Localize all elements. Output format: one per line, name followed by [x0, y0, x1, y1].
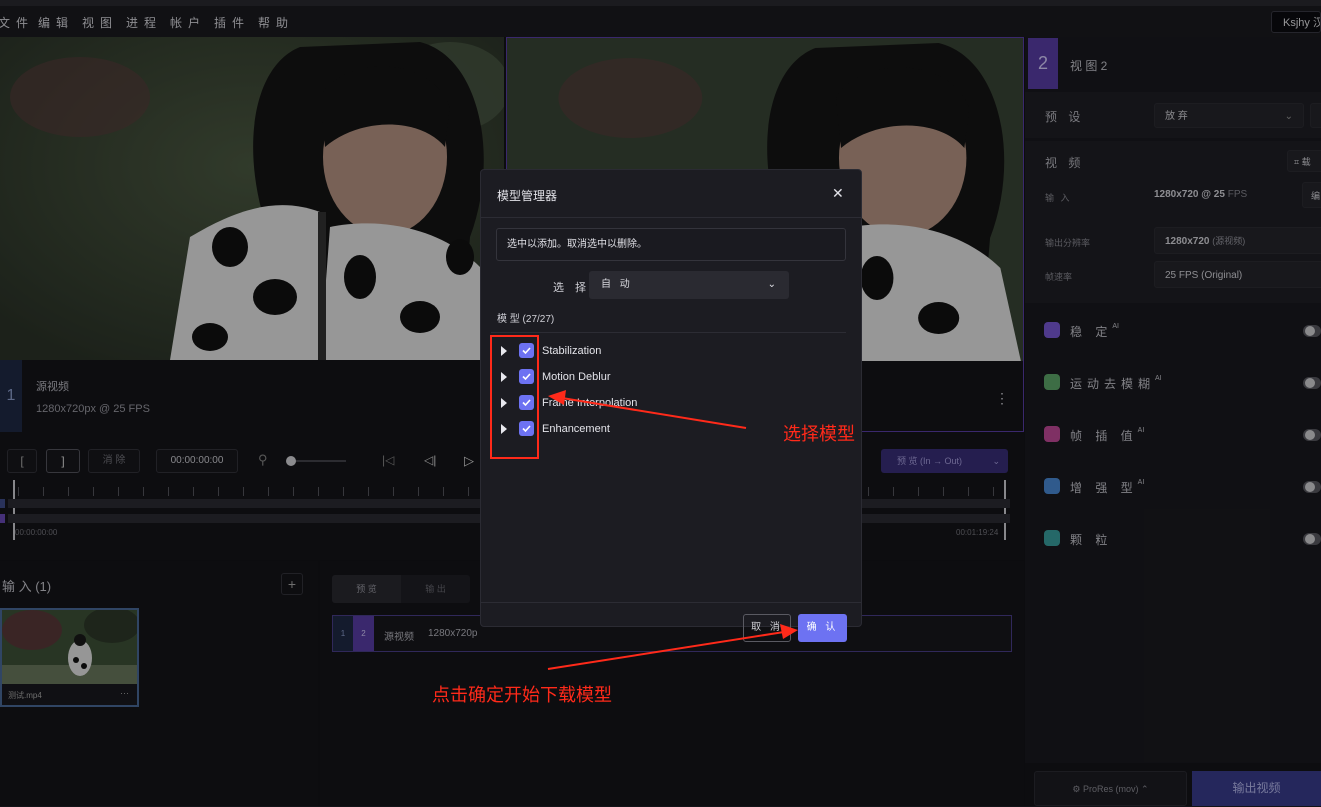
- annotation-arrows: [547, 390, 798, 670]
- annotation-click-confirm: 点击确定开始下载模型: [432, 685, 612, 706]
- annotation-select-model: 选择模型: [783, 424, 855, 445]
